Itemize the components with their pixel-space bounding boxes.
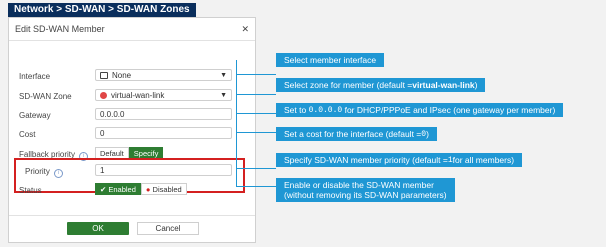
- gateway-input[interactable]: 0.0.0.0: [95, 108, 232, 120]
- zone-value: virtual-wan-link: [111, 90, 165, 100]
- chevron-down-icon: ▼: [220, 92, 227, 99]
- dialog-header: Edit SD-WAN Member ✕: [9, 18, 255, 41]
- disabled-icon: ●: [145, 185, 151, 194]
- callout-priority: Specify SD-WAN member priority (default …: [276, 153, 523, 167]
- dialog-footer: OK Cancel: [9, 215, 255, 242]
- close-icon[interactable]: ✕: [241, 24, 249, 35]
- status-label: Status: [19, 186, 42, 195]
- status-disabled-option[interactable]: ● Disabled: [140, 183, 187, 195]
- zone-icon: [100, 91, 107, 99]
- connector-vertical-line: [236, 60, 237, 186]
- connector-line: [236, 113, 276, 114]
- interface-icon: [100, 71, 108, 79]
- interface-value: None: [112, 70, 132, 80]
- callout-interface: Select member interface: [276, 53, 385, 67]
- callout-gateway: Set to 0.0.0.0 for DHCP/PPPoE and IPsec …: [276, 103, 564, 117]
- gateway-label: Gateway: [19, 111, 51, 120]
- status-enabled-text: Enabled: [108, 185, 136, 194]
- callout-status: Enable or disable the SD-WAN member (wit…: [276, 178, 455, 202]
- cancel-button[interactable]: Cancel: [137, 222, 199, 235]
- dialog-title: Edit SD-WAN Member: [15, 24, 105, 34]
- gateway-value: 0.0.0.0: [100, 109, 125, 119]
- cost-value: 0: [100, 128, 105, 138]
- callout-cost: Set a cost for the interface (default = …: [276, 127, 437, 141]
- callout-gateway-end: for DHCP/PPPoE and IPsec (one gateway pe…: [344, 105, 556, 115]
- callout-cost-text: Set a cost for the interface (default =: [284, 129, 422, 139]
- connector-line: [236, 74, 276, 75]
- callout-priority-end: for all members): [452, 155, 515, 165]
- callout-zone-text: Select zone for member (default =: [284, 80, 413, 90]
- callout-gateway-code: 0.0.0.0: [308, 105, 343, 115]
- callout-zone: Select zone for member (default = virtua…: [276, 78, 486, 92]
- interface-label: Interface: [19, 72, 51, 81]
- interface-select[interactable]: None ▼: [95, 69, 232, 81]
- connector-line: [236, 132, 276, 133]
- callout-zone-bold: virtual-wan-link: [412, 80, 475, 90]
- zone-label: SD-WAN Zone: [19, 92, 72, 101]
- callout-interface-text: Select member interface: [284, 55, 377, 65]
- callout-cost-end: ): [426, 129, 429, 139]
- ok-button[interactable]: OK: [67, 222, 129, 235]
- cost-input[interactable]: 0: [95, 127, 232, 139]
- callout-status-line1: Enable or disable the SD-WAN member: [284, 180, 434, 190]
- status-toggle: ✔ Enabled ● Disabled: [95, 183, 187, 195]
- breadcrumb: Network > SD-WAN > SD-WAN Zones: [8, 3, 196, 17]
- zone-select[interactable]: virtual-wan-link ▼: [95, 89, 232, 101]
- status-disabled-text: Disabled: [152, 185, 182, 194]
- status-enabled-option[interactable]: ✔ Enabled: [95, 183, 141, 195]
- cost-label: Cost: [19, 130, 36, 139]
- connector-line: [236, 186, 276, 187]
- callout-status-line2: (without removing its SD-WAN parameters): [284, 190, 447, 200]
- edit-sdwan-member-dialog: Edit SD-WAN Member ✕ Interface None ▼ SD…: [8, 17, 256, 243]
- callout-priority-text: Specify SD-WAN member priority (default …: [284, 155, 448, 165]
- callout-zone-end: ): [474, 80, 478, 90]
- connector-line: [236, 94, 276, 95]
- chevron-down-icon: ▼: [220, 72, 227, 79]
- connector-line: [236, 168, 276, 169]
- callout-gateway-text: Set to: [284, 105, 307, 115]
